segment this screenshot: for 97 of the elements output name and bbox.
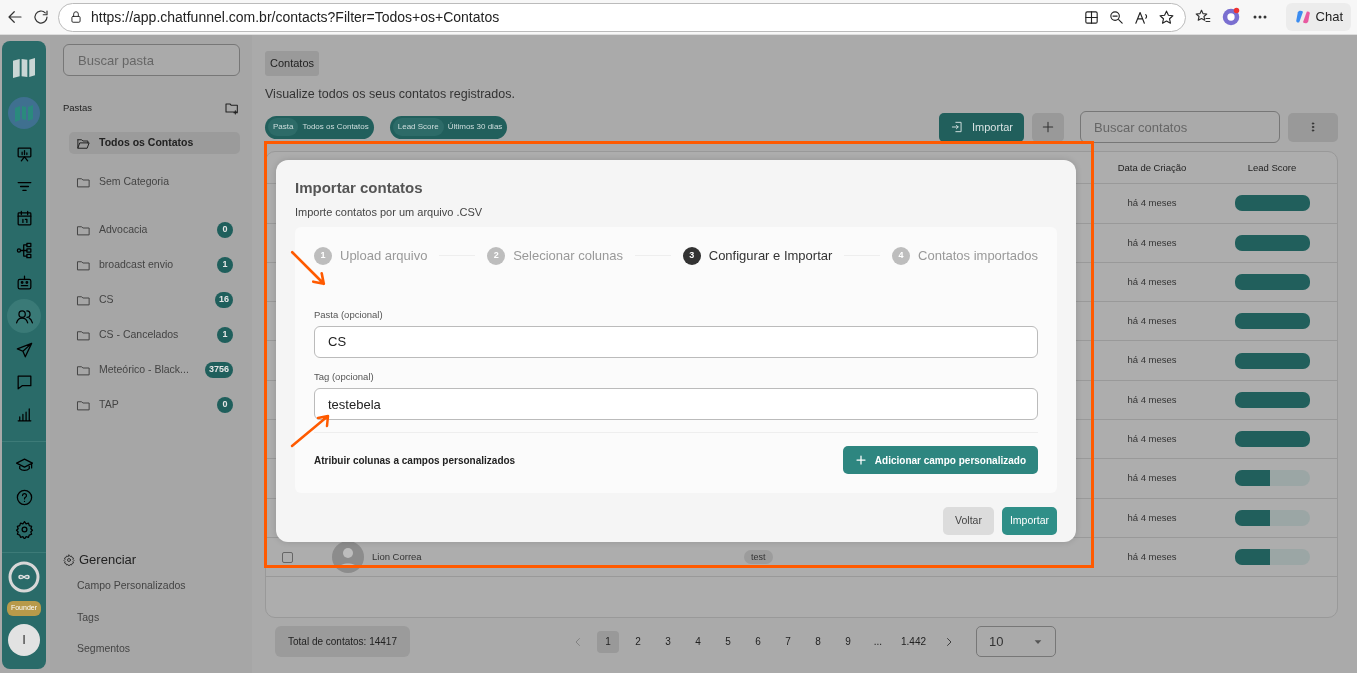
page-button[interactable]: 2 <box>627 630 649 653</box>
folder-search-field[interactable]: Buscar pasta <box>63 44 240 76</box>
count-badge: 0 <box>217 397 233 413</box>
date-cell: há 4 meses <box>1127 354 1177 366</box>
page-button[interactable]: 3 <box>657 630 679 653</box>
field-label: Pasta (opcional) <box>314 307 384 322</box>
sign-in-icon <box>950 120 965 135</box>
step-label: Configurar e Importar <box>708 247 833 265</box>
input-field[interactable]: CS <box>314 325 1038 358</box>
folder-item[interactable]: TAP 0 <box>69 394 240 416</box>
field-label: Tag (opcional) <box>314 369 375 384</box>
flow-diagram-icon <box>14 240 34 260</box>
back-icon[interactable] <box>6 8 24 26</box>
date-cell: há 4 meses <box>1127 275 1177 287</box>
page-title: Contatos <box>265 51 320 76</box>
contact-search-field[interactable]: Buscar contatos <box>1080 111 1280 144</box>
plus-icon <box>854 454 867 466</box>
arrow-icon <box>288 248 328 288</box>
page-button[interactable]: 9 <box>837 630 859 653</box>
dialog-title: Importar contatos <box>295 178 424 198</box>
folder-item[interactable]: Meteórico - Black... 3756 <box>69 359 240 381</box>
date-cell: há 4 meses <box>1127 472 1177 484</box>
user-avatar[interactable]: I <box>8 623 40 656</box>
logo-icon <box>11 57 37 79</box>
contact-name: Lion Correa <box>372 549 422 564</box>
page-button[interactable]: ... <box>867 630 889 653</box>
avatar-icon <box>332 541 364 574</box>
infinity-icon[interactable] <box>8 561 40 593</box>
folder-item[interactable]: Todos os Contatos <box>69 132 240 154</box>
folder-item[interactable]: Advocacia 0 <box>69 219 240 241</box>
step-number: 1 <box>314 246 332 265</box>
add-button[interactable] <box>1032 112 1064 142</box>
chat-button[interactable]: Chat <box>1285 3 1351 31</box>
help-icon <box>14 487 34 507</box>
new-folder-icon[interactable] <box>224 100 240 116</box>
folder-item[interactable]: CS - Cancelados 1 <box>69 324 240 346</box>
page-button[interactable]: 7 <box>777 630 799 653</box>
date-cell: há 4 meses <box>1127 433 1177 445</box>
page-button[interactable]: 8 <box>807 630 829 653</box>
date-cell: há 4 meses <box>1127 511 1177 523</box>
row-checkbox[interactable] <box>282 551 293 563</box>
date-cell: há 4 meses <box>1127 393 1177 405</box>
lock-icon <box>69 10 83 24</box>
copilot-icon <box>1293 8 1312 26</box>
step-label: Contatos importados <box>918 247 1038 265</box>
date-cell: há 4 meses <box>1127 197 1177 209</box>
import-confirm-button[interactable]: Importar <box>1001 507 1057 535</box>
page-button[interactable]: 1.442 <box>897 630 930 653</box>
dialog-subtitle: Importe contatos por um arquivo .CSV <box>295 204 484 220</box>
filter-chip[interactable]: Lead Score Últimos 30 dias <box>389 115 508 139</box>
settings-icon <box>63 554 75 566</box>
manage-link[interactable]: Campo Personalizados <box>63 577 240 594</box>
count-badge: 3756 <box>204 362 233 378</box>
import-button[interactable]: Importar <box>939 112 1024 142</box>
step-number: 2 <box>487 246 506 265</box>
tag-chip: test <box>744 549 773 564</box>
count-badge: 0 <box>217 222 233 238</box>
section-label: Pastas <box>63 100 93 115</box>
apps-icon[interactable] <box>1082 8 1100 26</box>
manage-link[interactable]: Segmentos <box>63 641 240 657</box>
input-field[interactable]: testebela <box>314 388 1038 420</box>
count-badge: 1 <box>217 327 233 343</box>
count-badge: 16 <box>215 292 233 308</box>
page-button[interactable]: 6 <box>747 630 769 653</box>
zoom-icon[interactable] <box>1107 8 1125 26</box>
url-text: https://app.chatfunnel.com.br/contacts?Filter=Todos+os+Contatos <box>91 7 500 27</box>
count-badge: 1 <box>217 257 233 273</box>
column-header: Lead Score <box>1247 161 1297 173</box>
back-button[interactable]: Voltar <box>943 507 994 535</box>
folder-item[interactable]: Sem Categoria <box>69 171 240 193</box>
page-description: Visualize todos os seus contatos registrados. <box>265 85 516 103</box>
address-bar[interactable]: https://app.chatfunnel.com.br/contacts?Filter=Todos+os+Contatos <box>58 2 1186 32</box>
folder-item[interactable]: broadcast envio 1 <box>69 254 240 276</box>
step-number: 3 <box>682 246 701 265</box>
nav-button[interactable] <box>7 299 41 333</box>
filter-chip[interactable]: Pasta Todos os Contatos <box>265 115 374 139</box>
section-label: Atribuir colunas a campos personalizados <box>314 453 516 468</box>
page-button[interactable]: 4 <box>687 630 709 653</box>
step-number: 4 <box>892 246 911 265</box>
section-title: Gerenciar <box>79 551 137 570</box>
page-button[interactable]: 5 <box>717 630 739 653</box>
step-label: Upload arquivo <box>340 247 428 265</box>
date-cell: há 4 meses <box>1127 315 1177 327</box>
step-label: Selecionar colunas <box>513 247 624 265</box>
send-icon <box>14 340 34 360</box>
star-icon[interactable] <box>1157 8 1175 26</box>
date-cell: há 4 meses <box>1127 236 1177 248</box>
reload-icon[interactable] <box>32 8 50 26</box>
folder-item[interactable]: CS 16 <box>69 289 240 311</box>
column-header: Data de Criação <box>1117 161 1187 173</box>
add-custom-field-button[interactable]: Adicionar campo personalizado <box>842 446 1038 474</box>
settings-icon <box>14 519 34 539</box>
date-cell: há 4 meses <box>1127 550 1177 562</box>
total-count: Total de contatos: 14417 <box>275 626 410 658</box>
manage-link[interactable]: Tags <box>63 609 240 626</box>
page-size-select[interactable]: 10 <box>976 626 1056 658</box>
page-button[interactable]: 1 <box>597 630 619 653</box>
